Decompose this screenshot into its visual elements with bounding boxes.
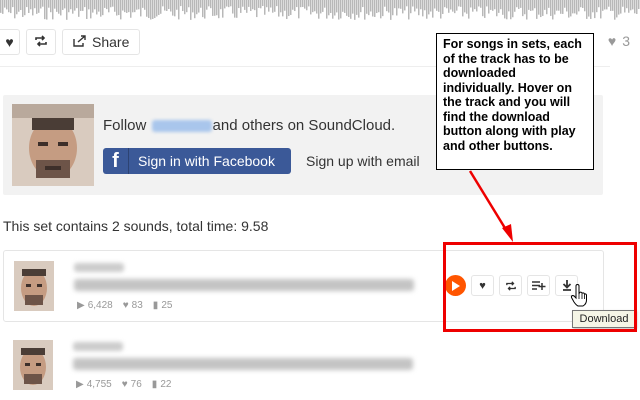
comment-count: ▮ 25 [153,300,173,311]
comment-icon: ▮ [151,379,158,390]
share-button[interactable]: Share [62,29,141,55]
share-label: Share [92,34,130,50]
blurred-track-title[interactable] [73,358,413,370]
facebook-signin-button[interactable]: f Sign in with Facebook [103,148,291,174]
repost-icon [34,34,48,50]
play-count: ▶ 6,428 [77,300,113,311]
follow-text: Follow and others on SoundCloud. [103,117,395,134]
like-count: ♥ 3 [608,33,630,49]
track-artwork[interactable] [14,261,54,311]
highlight-box [443,242,637,332]
comment-count-value: 25 [161,300,173,311]
play-icon: ▶ [77,300,85,311]
signup-email-link[interactable]: Sign up with email [306,153,420,169]
heart-icon: ♥ [5,34,14,50]
avatar [12,104,94,186]
comment-icon: ▮ [152,300,159,311]
play-icon: ▶ [76,379,84,390]
like-count-value: 3 [622,33,630,49]
blurred-track-user[interactable] [73,342,123,351]
play-count: ▶ 4,755 [76,379,112,390]
track-action-bar: ♥ Share [0,28,141,56]
follow-prefix: Follow [103,117,147,134]
facebook-icon: f [103,148,129,174]
like-count: ♥ 83 [123,300,143,311]
blurred-username[interactable] [151,120,212,133]
track-stats: ▶ 6,428 ♥ 83 ▮ 25 [77,300,172,311]
track-artwork[interactable] [13,340,53,390]
share-icon [73,34,86,50]
blurred-track-user[interactable] [74,263,124,272]
play-count-value: 4,755 [86,379,112,390]
set-info: This set contains 2 sounds, total time: … [3,218,269,234]
like-count: ♥ 76 [122,379,142,390]
blurred-track-title[interactable] [74,279,414,291]
facebook-signin-label: Sign in with Facebook [138,153,275,169]
repost-button[interactable] [26,29,56,55]
comment-count: ▮ 22 [152,379,172,390]
track-row[interactable]: ▶ 4,755 ♥ 76 ▮ 22 [3,330,604,400]
heart-icon: ♥ [607,33,617,49]
like-count-value: 83 [131,300,143,311]
track-stats: ▶ 4,755 ♥ 76 ▮ 22 [76,379,171,390]
like-count-value: 76 [130,379,142,390]
annotation-callout: For songs in sets, each of the track has… [436,33,594,170]
comment-count-value: 22 [160,379,172,390]
like-button[interactable]: ♥ [0,29,20,55]
play-count-value: 6,428 [87,300,113,311]
waveform[interactable] [0,0,640,22]
heart-icon: ♥ [122,300,129,311]
follow-suffix: and others on SoundCloud. [212,117,396,134]
heart-icon: ♥ [121,379,128,390]
